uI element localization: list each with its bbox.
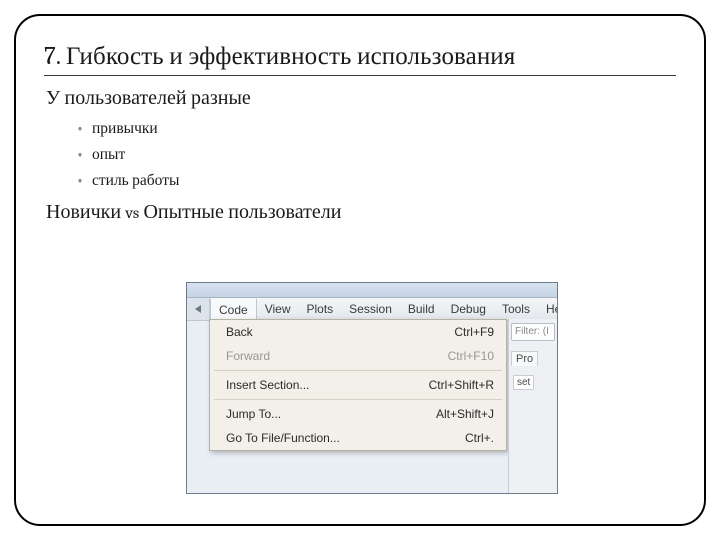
menu-item-label: Insert Section... [226,378,309,392]
menu-item-shortcut: Ctrl+F9 [454,325,494,339]
tab-view[interactable]: View [257,298,299,320]
menu-item-jump-to[interactable]: Jump To... Alt+Shift+J [210,402,506,426]
tab-plots[interactable]: Plots [298,298,341,320]
subheading-1: У пользователей разные [46,86,676,110]
menu-item-shortcut: Ctrl+F10 [448,349,494,363]
nav-back-button[interactable] [187,298,210,320]
subheading-2-part-a: Новички [46,200,125,223]
menu-item-insert-section[interactable]: Insert Section... Ctrl+Shift+R [210,373,506,397]
title-underline [44,75,676,76]
menu-item-shortcut: Alt+Shift+J [436,407,494,421]
tab-debug[interactable]: Debug [443,298,494,320]
filter-input-fragment[interactable]: Filter: (I [511,323,555,341]
menu-item-label: Go To File/Function... [226,431,340,445]
menu-item-label: Back [226,325,253,339]
menu-item-label: Jump To... [226,407,281,421]
tab-session[interactable]: Session [341,298,400,320]
right-panel-fragment: Filter: (I Pro set [508,319,557,493]
slide-title: 7. Гибкость и эффективность использовани… [44,42,676,71]
subheading-2: Новички vs Опытные пользователи [46,200,676,224]
slide-content: 7. Гибкость и эффективность использовани… [44,42,676,224]
tab-tools[interactable]: Tools [494,298,538,320]
menu-separator [214,370,502,371]
menu-item-label: Forward [226,349,270,363]
window-titlebar [187,283,557,298]
right-button-fragment[interactable]: set [513,375,534,390]
dropdown-menu: Back Ctrl+F9 Forward Ctrl+F10 Insert Sec… [209,319,507,451]
menu-item-forward: Forward Ctrl+F10 [210,344,506,368]
menu-separator [214,399,502,400]
menubar: Code View Plots Session Build Debug Tool… [187,298,557,321]
bullet-item: стиль работы [94,168,676,194]
subheading-2-part-b: Опытные пользователи [139,200,341,223]
subheading-2-vs: vs [125,204,139,222]
tab-build[interactable]: Build [400,298,443,320]
menu-item-shortcut: Ctrl+. [465,431,494,445]
menu-item-go-to-file[interactable]: Go To File/Function... Ctrl+. [210,426,506,450]
embedded-screenshot: Code View Plots Session Build Debug Tool… [186,282,558,494]
tab-code[interactable]: Code [210,299,257,320]
bullet-item: привычки [94,116,676,142]
arrow-left-icon [195,305,201,313]
menu-item-shortcut: Ctrl+Shift+R [429,378,494,392]
menu-item-back[interactable]: Back Ctrl+F9 [210,320,506,344]
bullet-item: опыт [94,142,676,168]
bullet-list: привычки опыт стиль работы [44,116,676,194]
tab-help[interactable]: He [538,298,558,320]
right-tab-fragment[interactable]: Pro [511,351,538,366]
